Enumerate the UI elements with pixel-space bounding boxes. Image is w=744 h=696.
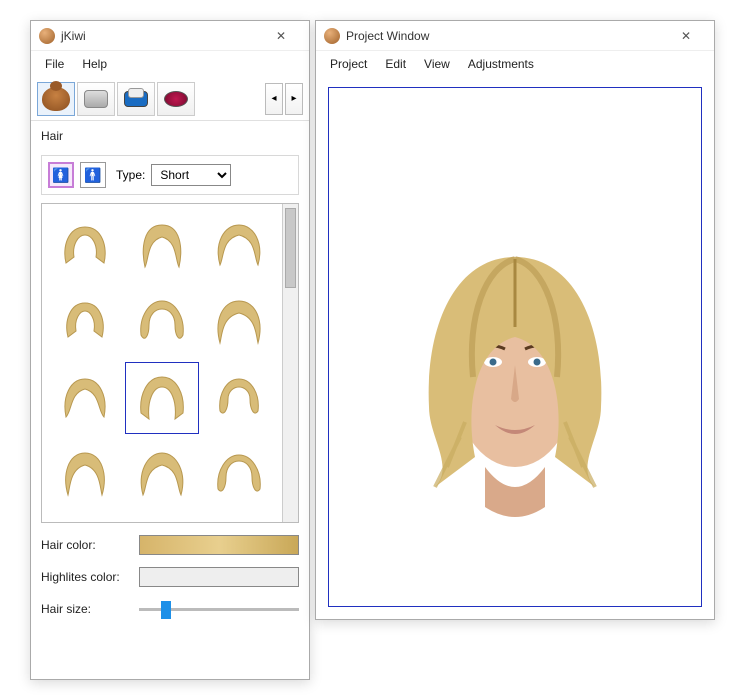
tabs-prev-button[interactable]: ◂ xyxy=(265,83,283,115)
titlebar: jKiwi ✕ xyxy=(31,21,309,51)
tab-blush[interactable] xyxy=(157,82,195,116)
window-title: jKiwi xyxy=(61,29,261,43)
model-preview xyxy=(365,167,665,527)
type-select[interactable]: Short xyxy=(151,164,231,186)
tab-face-cream[interactable] xyxy=(77,82,115,116)
menu-adjustments[interactable]: Adjustments xyxy=(460,53,542,75)
jkiwi-window: jKiwi ✕ File Help ◂ ▸ Hair 🚺 🚹 Type: Sho… xyxy=(30,20,310,680)
hair-panel: 🚺 🚹 Type: Short xyxy=(31,149,309,529)
hair-color-swatch[interactable] xyxy=(139,535,299,555)
hair-thumb[interactable] xyxy=(48,362,121,434)
tab-hair[interactable] xyxy=(37,82,75,116)
menu-file[interactable]: File xyxy=(37,53,72,75)
app-icon xyxy=(39,28,55,44)
hair-thumb[interactable] xyxy=(125,210,198,282)
gender-type-row: 🚺 🚹 Type: Short xyxy=(41,155,299,195)
hair-size-label: Hair size: xyxy=(41,602,131,616)
app-icon xyxy=(324,28,340,44)
menu-edit[interactable]: Edit xyxy=(377,53,414,75)
hair-thumb[interactable] xyxy=(48,286,121,358)
scrollbar-thumb[interactable] xyxy=(285,208,296,288)
hair-color-label: Hair color: xyxy=(41,538,131,552)
gender-male-button[interactable]: 🚹 xyxy=(80,162,106,188)
project-window: Project Window ✕ Project Edit View Adjus… xyxy=(315,20,715,620)
jar-icon xyxy=(84,90,108,108)
highlites-label: Highlites color: xyxy=(41,570,131,584)
thumbnail-scrollbar[interactable] xyxy=(282,204,298,522)
window-title: Project Window xyxy=(346,29,666,43)
blush-icon xyxy=(164,91,188,107)
highlites-color-row: Highlites color: xyxy=(31,561,309,593)
hair-thumbnails xyxy=(41,203,299,523)
category-toolbar: ◂ ▸ xyxy=(31,77,309,121)
hair-thumb[interactable] xyxy=(125,438,198,510)
close-button[interactable]: ✕ xyxy=(261,22,301,50)
hair-thumb[interactable] xyxy=(125,286,198,358)
project-canvas[interactable] xyxy=(328,87,702,607)
hair-thumb[interactable] xyxy=(203,438,276,510)
hair-thumb[interactable] xyxy=(48,210,121,282)
menubar: File Help xyxy=(31,51,309,77)
gender-female-button[interactable]: 🚺 xyxy=(48,162,74,188)
hair-thumb[interactable] xyxy=(203,210,276,282)
hair-size-row: Hair size: xyxy=(31,593,309,625)
highlites-color-swatch[interactable] xyxy=(139,567,299,587)
hair-icon xyxy=(42,87,70,111)
hair-color-row: Hair color: xyxy=(31,529,309,561)
tabs-next-button[interactable]: ▸ xyxy=(285,83,303,115)
hair-size-slider[interactable] xyxy=(139,599,299,619)
type-label: Type: xyxy=(116,168,145,182)
menu-help[interactable]: Help xyxy=(74,53,115,75)
eyeshadow-icon xyxy=(124,91,148,107)
menu-project[interactable]: Project xyxy=(322,53,375,75)
slider-thumb[interactable] xyxy=(161,601,171,619)
tab-eyeshadow[interactable] xyxy=(117,82,155,116)
titlebar: Project Window ✕ xyxy=(316,21,714,51)
hair-thumb[interactable] xyxy=(125,362,198,434)
menu-view[interactable]: View xyxy=(416,53,458,75)
hair-thumb[interactable] xyxy=(203,286,276,358)
hair-thumb[interactable] xyxy=(203,362,276,434)
close-button[interactable]: ✕ xyxy=(666,22,706,50)
section-label: Hair xyxy=(31,121,309,149)
menubar: Project Edit View Adjustments xyxy=(316,51,714,77)
hair-thumb[interactable] xyxy=(48,438,121,510)
